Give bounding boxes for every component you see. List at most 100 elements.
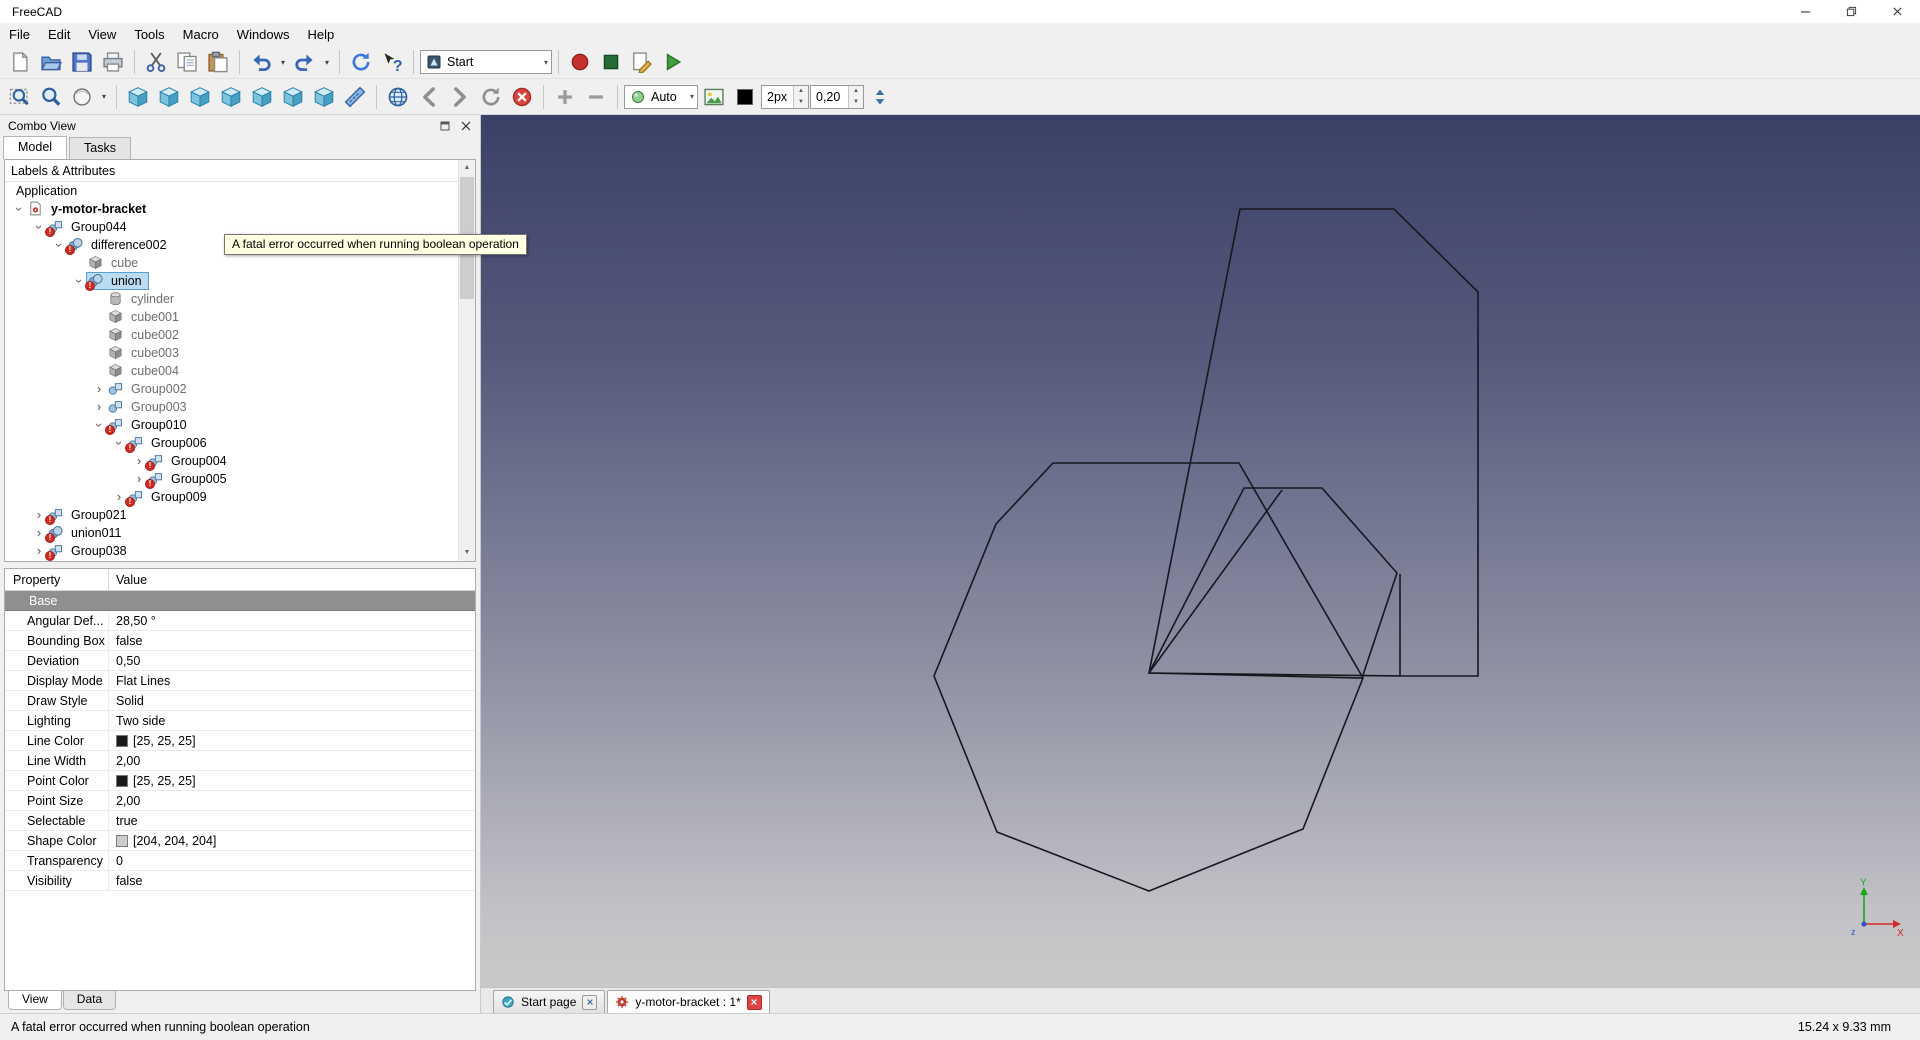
tree-item-Group009[interactable]: ›! Group009: [5, 488, 475, 507]
property-value[interactable]: false: [109, 871, 475, 890]
view-top-button[interactable]: [185, 83, 215, 111]
document-tab[interactable]: Start page: [493, 990, 606, 1013]
web-browser-button[interactable]: [383, 83, 413, 111]
zoom-out-button[interactable]: [581, 83, 611, 111]
paste-button[interactable]: [203, 48, 233, 76]
property-value[interactable]: Two side: [109, 711, 475, 730]
property-row[interactable]: Transparency 0: [5, 851, 475, 871]
tree-item-cylinder[interactable]: cylinder: [5, 290, 475, 308]
rendering-mode-selector[interactable]: Auto ▾: [624, 84, 698, 109]
measure-button[interactable]: [340, 83, 370, 111]
whats-this-button[interactable]: ?: [377, 48, 407, 76]
fit-all-button[interactable]: [5, 83, 35, 111]
tree-item-union011[interactable]: ›! union011: [5, 524, 475, 543]
draw-style-button-dropdown[interactable]: ▾: [98, 83, 110, 111]
tab-tasks[interactable]: Tasks: [69, 137, 131, 159]
menu-file[interactable]: File: [0, 24, 39, 45]
property-value[interactable]: 0,50: [109, 651, 475, 670]
tree-column-header[interactable]: Labels & Attributes: [5, 160, 475, 182]
property-row[interactable]: Angular Def... 28,50 °: [5, 611, 475, 631]
menu-windows[interactable]: Windows: [228, 24, 299, 45]
view-bottom-button[interactable]: [278, 83, 308, 111]
property-row[interactable]: Point Size 2,00: [5, 791, 475, 811]
macro-record-button[interactable]: [565, 48, 595, 76]
document-tab[interactable]: y-motor-bracket : 1*: [607, 990, 770, 1013]
expand-icon[interactable]: ›: [91, 399, 107, 415]
property-row[interactable]: Lighting Two side: [5, 711, 475, 731]
nav-forward-button[interactable]: [445, 83, 475, 111]
property-value[interactable]: [25, 25, 25]: [109, 731, 475, 750]
tree-item-Group003[interactable]: › Group003: [5, 398, 475, 416]
value-column-header[interactable]: Value: [109, 569, 475, 590]
deviation-spinner-arrows[interactable]: ▲ ▼: [848, 85, 863, 108]
property-value[interactable]: Solid: [109, 691, 475, 710]
web-stop-button[interactable]: [507, 83, 537, 111]
swap-arrows-button[interactable]: [865, 83, 895, 111]
tree-item-cube003[interactable]: cube003: [5, 344, 475, 362]
float-panel-button[interactable]: [439, 120, 451, 132]
close-tab-icon[interactable]: [746, 994, 762, 1010]
macro-edit-button[interactable]: [627, 48, 657, 76]
tree-item-cube004[interactable]: cube004: [5, 362, 475, 380]
view-isometric-button[interactable]: [123, 83, 153, 111]
tree-item-y-motor-bracket[interactable]: › y-motor-bracket: [5, 200, 475, 218]
open-document-button[interactable]: [36, 48, 66, 76]
property-value[interactable]: 2,00: [109, 751, 475, 770]
undo-button-dropdown[interactable]: ▾: [277, 48, 289, 76]
scroll-up-icon[interactable]: ▲: [459, 160, 475, 176]
texture-button[interactable]: [699, 83, 729, 111]
view-right-button[interactable]: [216, 83, 246, 111]
property-group-base[interactable]: Base: [5, 591, 475, 611]
tree-item-Group006[interactable]: ›! Group006: [5, 434, 475, 453]
tree-item-Group038[interactable]: ›! Group038: [5, 542, 475, 561]
property-row[interactable]: Line Color [25, 25, 25]: [5, 731, 475, 751]
view-rear-button[interactable]: [247, 83, 277, 111]
zoom-in-button[interactable]: [550, 83, 580, 111]
collapse-icon[interactable]: ›: [11, 201, 27, 217]
property-row[interactable]: Display Mode Flat Lines: [5, 671, 475, 691]
close-tab-icon[interactable]: [582, 994, 598, 1010]
property-row[interactable]: Deviation 0,50: [5, 651, 475, 671]
expand-icon[interactable]: ›: [91, 381, 107, 397]
3d-viewport[interactable]: Y X z: [481, 115, 1920, 987]
property-row[interactable]: Selectable true: [5, 811, 475, 831]
property-row[interactable]: Draw Style Solid: [5, 691, 475, 711]
menu-view[interactable]: View: [79, 24, 125, 45]
maximize-button[interactable]: [1828, 0, 1874, 23]
property-row[interactable]: Point Color [25, 25, 25]: [5, 771, 475, 791]
tree-item-Group021[interactable]: ›! Group021: [5, 506, 475, 525]
fit-selection-button[interactable]: [36, 83, 66, 111]
property-value[interactable]: [25, 25, 25]: [109, 771, 475, 790]
property-column-header[interactable]: Property: [5, 569, 109, 590]
property-row[interactable]: Visibility false: [5, 871, 475, 891]
property-value[interactable]: 0: [109, 851, 475, 870]
macro-stop-button[interactable]: [596, 48, 626, 76]
menu-edit[interactable]: Edit: [39, 24, 79, 45]
tree-item-Group005[interactable]: ›! Group005: [5, 470, 475, 489]
tree-item-application[interactable]: Application: [5, 182, 475, 200]
save-document-button[interactable]: [67, 48, 97, 76]
property-row[interactable]: Line Width 2,00: [5, 751, 475, 771]
draw-style-button[interactable]: [67, 83, 97, 111]
property-value[interactable]: 28,50 °: [109, 611, 475, 630]
nav-back-button[interactable]: [414, 83, 444, 111]
tree-item-Group010[interactable]: ›! Group010: [5, 416, 475, 435]
tree-item-Group002[interactable]: › Group002: [5, 380, 475, 398]
copy-button[interactable]: [172, 48, 202, 76]
cut-button[interactable]: [141, 48, 171, 76]
menu-tools[interactable]: Tools: [125, 24, 173, 45]
line-width-spinner[interactable]: 2px ▲ ▼: [761, 84, 809, 109]
deviation-spinner[interactable]: 0,20 ▲ ▼: [810, 84, 864, 109]
menu-help[interactable]: Help: [299, 24, 344, 45]
redo-button[interactable]: [290, 48, 320, 76]
new-document-button[interactable]: [5, 48, 35, 76]
tree-item-cube002[interactable]: cube002: [5, 326, 475, 344]
redo-button-dropdown[interactable]: ▾: [321, 48, 333, 76]
tree-item-cube001[interactable]: cube001: [5, 308, 475, 326]
property-row[interactable]: Bounding Box false: [5, 631, 475, 651]
property-value[interactable]: false: [109, 631, 475, 650]
property-value[interactable]: true: [109, 811, 475, 830]
scroll-down-icon[interactable]: ▼: [459, 545, 475, 561]
macro-play-button[interactable]: [658, 48, 688, 76]
tree-item-Group004[interactable]: ›! Group004: [5, 452, 475, 471]
